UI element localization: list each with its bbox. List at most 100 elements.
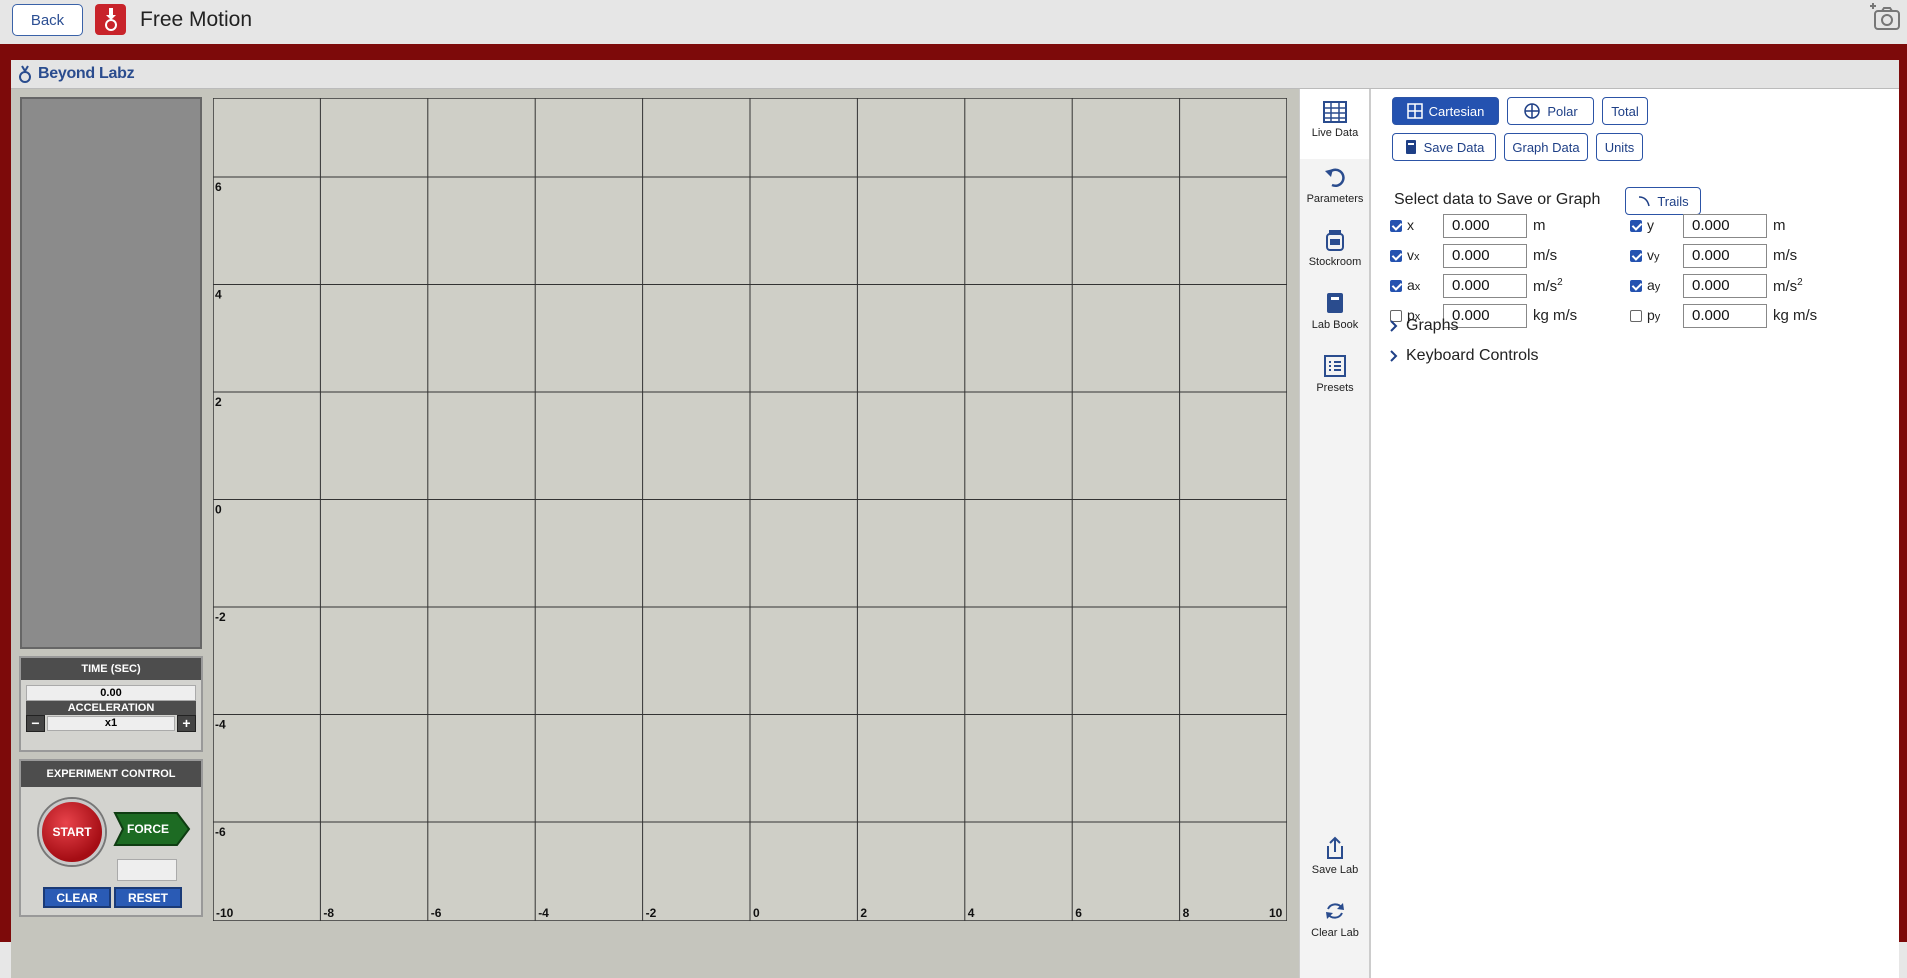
start-button[interactable]: START	[39, 799, 105, 865]
clear-button[interactable]: CLEAR	[43, 887, 111, 908]
row-checkbox[interactable]	[1630, 250, 1642, 262]
data-row-ay: ay 0.000 m/s2	[1371, 274, 1901, 298]
variable-label: y	[1647, 217, 1654, 233]
total-button[interactable]: Total	[1602, 97, 1648, 125]
time-panel: TIME (SEC) 0.00 ACCELERATION − x1 +	[19, 656, 203, 752]
cartesian-button[interactable]: Cartesian	[1392, 97, 1499, 125]
value-field[interactable]: 0.000	[1683, 244, 1767, 268]
row-checkbox[interactable]	[1630, 280, 1642, 292]
acceleration-readout: x1	[47, 716, 175, 731]
object-viewer	[20, 97, 202, 649]
x-tick-label: 2	[860, 906, 867, 920]
brand-bar: Beyond Labz	[11, 60, 1899, 89]
increase-acceleration-button[interactable]: +	[177, 715, 196, 732]
sidebar-item-label: Lab Book	[1311, 319, 1359, 331]
sidebar-item-stockroom[interactable]: Stockroom	[1300, 228, 1370, 268]
units-button[interactable]: Units	[1596, 133, 1643, 161]
unit-label: m/s	[1773, 247, 1798, 264]
document-icon	[1405, 140, 1416, 154]
brand-name: Beyond Labz	[38, 65, 135, 82]
x-tick-label: -2	[646, 906, 657, 920]
lab-frame: Beyond Labz TIME (SEC) 0.00 ACCELERATION…	[0, 44, 1907, 978]
polar-button[interactable]: Polar	[1507, 97, 1594, 125]
sidebar-item-label: Stockroom	[1308, 256, 1362, 268]
x-tick-label: 6	[1075, 906, 1082, 920]
sidebar-item-label: Save Lab	[1311, 864, 1359, 876]
page-title: Free Motion	[140, 8, 253, 31]
save-data-label: Save Data	[1423, 139, 1485, 155]
sidebar-item-lab-book[interactable]: Lab Book	[1300, 291, 1370, 331]
chevron-right-icon	[1390, 350, 1398, 362]
beyond-labz-logo-icon	[19, 65, 31, 83]
rotate-icon	[1325, 168, 1345, 187]
y-tick-label: 6	[215, 180, 222, 194]
y-tick-label: -4	[215, 718, 226, 732]
sidebar-item-live-data[interactable]: Live Data	[1300, 89, 1370, 159]
sidebar-item-parameters[interactable]: Parameters	[1300, 165, 1370, 205]
trails-label: Trails	[1657, 193, 1689, 209]
keyboard-controls-label: Keyboard Controls	[1406, 347, 1539, 364]
sidebar-item-presets[interactable]: Presets	[1300, 354, 1370, 394]
sidebar-item-clear-lab[interactable]: Clear Lab	[1300, 899, 1370, 939]
graphs-label: Graphs	[1406, 317, 1459, 334]
row-checkbox[interactable]	[1630, 310, 1642, 322]
upload-icon	[1327, 836, 1343, 859]
unit-label: m	[1773, 217, 1786, 234]
graphs-section-toggle[interactable]: Graphs	[1390, 317, 1458, 335]
lab-window: Beyond Labz TIME (SEC) 0.00 ACCELERATION…	[11, 60, 1899, 978]
x-tick-label: 8	[1183, 906, 1190, 920]
x-tick-label: -10	[216, 906, 234, 920]
sidebar-item-save-lab[interactable]: Save Lab	[1300, 836, 1370, 876]
experiment-control-heading: EXPERIMENT CONTROL	[21, 761, 201, 787]
sidebar-item-label: Presets	[1316, 382, 1354, 394]
back-button[interactable]: Back	[12, 4, 83, 36]
free-motion-app-icon	[95, 4, 126, 35]
variable-label: ay	[1647, 277, 1661, 293]
value-field[interactable]: 0.000	[1683, 304, 1767, 328]
sidebar-item-label: Clear Lab	[1311, 927, 1359, 939]
cartesian-label: Cartesian	[1428, 103, 1485, 119]
grid-icon	[1406, 103, 1423, 119]
refresh-icon	[1326, 903, 1344, 919]
save-data-button[interactable]: Save Data	[1392, 133, 1496, 161]
screenshot-camera-icon[interactable]	[1869, 0, 1903, 34]
coordinate-grid[interactable]: 6 4 2 0 -2 -4 -6 -10 -8 -6 -4 -2 0 2 4 6 8 10	[213, 98, 1287, 921]
y-tick-label: -6	[215, 825, 226, 839]
x-tick-label: 0	[753, 906, 760, 920]
graph-data-button[interactable]: Graph Data	[1504, 133, 1588, 161]
data-row-y: y 0.000 m	[1371, 214, 1901, 238]
select-data-title: Select data to Save or Graph	[1394, 191, 1601, 208]
row-checkbox[interactable]	[1630, 220, 1642, 232]
unit-label: kg m/s	[1773, 307, 1818, 324]
force-value-field[interactable]	[117, 859, 177, 881]
unit-label: m/s2	[1773, 277, 1803, 295]
variable-label: py	[1647, 307, 1661, 323]
y-tick-label: -2	[215, 610, 226, 624]
decrease-acceleration-button[interactable]: −	[26, 715, 45, 732]
top-bar: Back Free Motion	[0, 0, 1907, 44]
variable-label: vy	[1647, 247, 1660, 263]
sidebar-item-label: Parameters	[1306, 193, 1364, 205]
reset-button[interactable]: RESET	[114, 887, 182, 908]
keyboard-controls-toggle[interactable]: Keyboard Controls	[1390, 347, 1539, 365]
y-tick-label: 2	[215, 395, 222, 409]
x-tick-label: 4	[968, 906, 975, 920]
time-readout: 0.00	[26, 685, 196, 701]
y-tick-label: 4	[215, 288, 222, 302]
time-heading: TIME (SEC)	[21, 658, 201, 680]
force-button-label: FORCE	[127, 822, 169, 836]
live-data-panel: Cartesian Polar Total Save Data Graph Da…	[1369, 89, 1899, 978]
table-icon	[1323, 101, 1347, 123]
y-tick-label: 0	[215, 503, 222, 517]
x-tick-label: -8	[323, 906, 334, 920]
jar-icon	[1326, 230, 1344, 251]
polar-label: Polar	[1547, 103, 1578, 119]
trails-button[interactable]: Trails	[1625, 187, 1701, 215]
value-field[interactable]: 0.000	[1683, 214, 1767, 238]
simulation-area: TIME (SEC) 0.00 ACCELERATION − x1 + EXPE…	[11, 89, 1299, 978]
x-tick-label: -4	[538, 906, 549, 920]
book-icon	[1327, 293, 1343, 313]
acceleration-control: − x1 +	[26, 715, 196, 732]
list-icon	[1324, 355, 1346, 377]
value-field[interactable]: 0.000	[1683, 274, 1767, 298]
